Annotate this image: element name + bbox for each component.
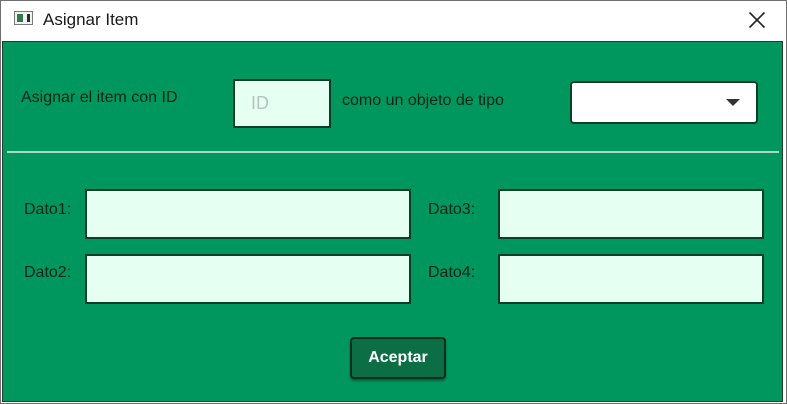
title-bar[interactable]: Asignar Item	[1, 1, 786, 39]
dato2-input[interactable]	[95, 256, 389, 304]
dato3-field[interactable]	[498, 189, 764, 239]
id-input[interactable]	[249, 92, 333, 115]
chevron-down-icon	[726, 99, 740, 106]
window-title: Asignar Item	[43, 10, 139, 29]
app-icon-pane-right	[27, 14, 30, 22]
dato4-field[interactable]	[498, 254, 764, 304]
id-field[interactable]	[233, 79, 333, 128]
dato4-input[interactable]	[508, 256, 748, 304]
window-app-icon	[14, 11, 33, 25]
type-label: como un objeto de tipo	[342, 92, 504, 109]
close-icon	[748, 11, 766, 29]
dato1-label: Dato1:	[24, 201, 72, 218]
type-select[interactable]	[570, 81, 758, 124]
separator	[7, 151, 779, 153]
app-icon-pane-left	[17, 14, 23, 22]
close-button[interactable]	[728, 1, 786, 39]
dato2-field[interactable]	[85, 254, 411, 304]
accept-button[interactable]: Aceptar	[350, 337, 446, 379]
assign-label: Asignar el item con ID	[21, 89, 178, 106]
dato1-input[interactable]	[95, 191, 389, 239]
dato4-label: Dato4:	[428, 264, 476, 281]
dialog-window: Asignar Item Asignar el item con ID como…	[0, 0, 787, 404]
dato3-label: Dato3:	[428, 201, 476, 218]
dato3-input[interactable]	[508, 191, 748, 239]
dato2-label: Dato2:	[24, 264, 72, 281]
dato1-field[interactable]	[85, 189, 411, 239]
dialog-body: Asignar el item con ID como un objeto de…	[2, 41, 783, 402]
